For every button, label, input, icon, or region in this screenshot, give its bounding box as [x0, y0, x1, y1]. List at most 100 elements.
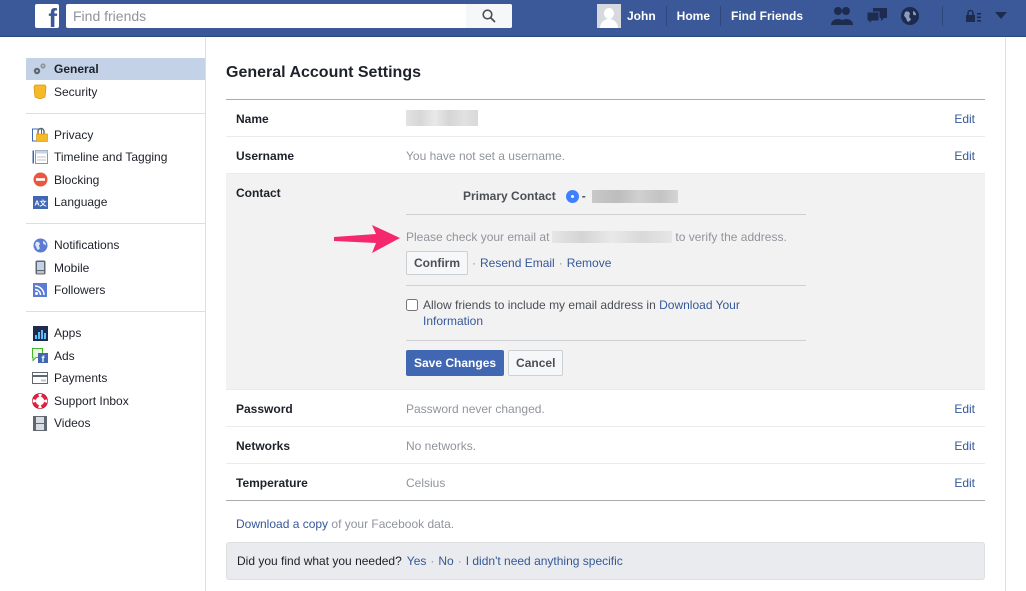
sidebar-item-privacy[interactable]: Privacy	[26, 124, 205, 146]
download-copy-link[interactable]: Download a copy	[236, 517, 328, 531]
allow-friends-email-checkbox[interactable]	[406, 299, 418, 311]
remove-email-link[interactable]: Remove	[567, 256, 612, 270]
row-label: Password	[236, 402, 293, 416]
primary-contact-label: Primary Contact	[463, 189, 556, 203]
find-friends-link[interactable]: Find Friends	[721, 6, 813, 26]
edit-password-link[interactable]: Edit	[954, 402, 975, 416]
contact-divider	[406, 340, 806, 341]
sidebar-item-label: Notifications	[54, 238, 120, 252]
cancel-button[interactable]: Cancel	[508, 350, 564, 376]
sidebar-item-timeline-and-tagging[interactable]: Timeline and Tagging	[26, 146, 205, 168]
separator-dot: ·	[472, 256, 476, 270]
sidebar-item-label: General	[54, 62, 99, 76]
sidebar-separator	[26, 112, 205, 114]
friend-requests-icon[interactable]	[830, 6, 854, 26]
sidebar-item-label: Privacy	[54, 127, 94, 142]
search-button[interactable]	[466, 4, 512, 28]
nav-divider	[942, 6, 943, 26]
messages-icon[interactable]	[866, 6, 888, 26]
save-changes-button[interactable]: Save Changes	[406, 350, 505, 376]
confirm-button[interactable]: Confirm	[406, 251, 468, 275]
settings-row-temperature[interactable]: Temperature Celsius Edit	[226, 464, 985, 501]
edit-networks-link[interactable]: Edit	[954, 439, 975, 453]
primary-contact: Primary Contact -	[463, 189, 678, 203]
home-link[interactable]: Home	[667, 6, 722, 26]
feedback-no-link[interactable]: No	[438, 554, 453, 568]
sidebar-separator	[26, 223, 205, 224]
sidebar-item-payments[interactable]: Payments	[26, 367, 205, 389]
sidebar-item-general[interactable]: General	[26, 58, 205, 80]
resend-email-link[interactable]: Resend Email	[480, 256, 555, 270]
row-label: Networks	[236, 439, 291, 453]
padlock-icon	[32, 127, 48, 142]
avatar[interactable]	[597, 4, 621, 28]
primary-contact-radio[interactable]	[565, 189, 579, 203]
settings-row-username[interactable]: Username You have not set a username. Ed…	[226, 137, 985, 174]
gears-icon	[33, 63, 46, 75]
shield-badge-icon	[33, 84, 47, 99]
sidebar-item-apps[interactable]: Apps	[26, 322, 205, 344]
sidebar-item-videos[interactable]: Videos	[26, 412, 205, 434]
settings-list: Name Edit Username You have not set a us…	[226, 99, 985, 501]
search-box	[66, 4, 512, 28]
sidebar-item-support-inbox[interactable]: Support Inbox	[26, 390, 205, 412]
globe-icon	[33, 238, 47, 252]
film-icon	[33, 415, 47, 431]
row-label: Temperature	[236, 476, 308, 490]
primary-email-redacted	[591, 189, 678, 203]
contact-form-buttons: Save Changes Cancel	[406, 350, 564, 376]
settings-row-password[interactable]: Password Password never changed. Edit	[226, 390, 985, 427]
sidebar-item-label: Followers	[54, 283, 106, 297]
pending-email-redacted	[552, 231, 673, 243]
edit-temperature-link[interactable]: Edit	[954, 476, 975, 490]
sidebar-item-mobile[interactable]: Mobile	[26, 257, 205, 279]
allow-friends-email-option[interactable]: Allow friends to include my email addres…	[406, 297, 766, 329]
sidebar-item-label: Ads	[54, 348, 75, 363]
sidebar-item-security[interactable]: Security	[26, 81, 205, 103]
sidebar-item-label: Timeline and Tagging	[54, 150, 168, 164]
profile-link[interactable]: John	[621, 6, 667, 26]
row-label: Name	[236, 112, 269, 126]
feedback-box: Did you find what you needed? Yes · No ·…	[226, 542, 985, 580]
sidebar-item-followers[interactable]: Followers	[26, 279, 205, 301]
edit-name-link[interactable]: Edit	[954, 112, 975, 126]
sidebar-item-label: Apps	[54, 326, 82, 340]
page-title: General Account Settings	[226, 64, 421, 81]
top-navigation-bar: f John Home Find Friends	[0, 0, 1026, 37]
settings-row-name[interactable]: Name Edit	[226, 100, 985, 137]
apps-icon	[32, 325, 48, 341]
networks-value: No networks.	[406, 439, 477, 453]
username-value: You have not set a username.	[406, 149, 565, 163]
verify-prefix: Please check your email at	[406, 230, 550, 244]
search-icon	[482, 9, 496, 23]
account-menu-arrow-icon[interactable]	[995, 12, 1007, 20]
allow-text: Allow friends to include my email addres…	[423, 298, 656, 312]
facebook-logo[interactable]: f	[35, 4, 59, 28]
sidebar-divider	[205, 38, 206, 591]
settings-row-networks[interactable]: Networks No networks. Edit	[226, 427, 985, 464]
verify-email-message: Please check your email at to verify the…	[406, 230, 787, 244]
row-label: Contact	[236, 186, 281, 200]
sidebar-item-label: Blocking	[54, 172, 100, 187]
sidebar-item-language[interactable]: A文 Language	[26, 191, 205, 213]
sidebar-item-label: Payments	[54, 371, 108, 385]
mobile-phone-icon	[35, 260, 45, 275]
sidebar-item-label: Mobile	[54, 260, 90, 275]
sidebar-item-ads[interactable]: f Ads	[26, 345, 205, 367]
sidebar-item-label: Videos	[54, 416, 91, 430]
privacy-shortcuts-icon[interactable]	[965, 9, 983, 23]
timeline-icon	[32, 150, 48, 164]
search-input[interactable]	[66, 4, 466, 28]
sidebar-item-label: Support Inbox	[54, 393, 129, 408]
sidebar-item-blocking[interactable]: Blocking	[26, 169, 205, 191]
credit-card-icon	[32, 372, 48, 384]
download-data-line: Download a copy of your Facebook data.	[226, 517, 985, 531]
svg-text:A文: A文	[34, 198, 47, 207]
contact-divider	[406, 214, 806, 215]
separator-dot: ·	[457, 554, 462, 568]
feedback-nothing-specific-link[interactable]: I didn't need anything specific	[466, 554, 623, 568]
feedback-yes-link[interactable]: Yes	[407, 554, 427, 568]
edit-username-link[interactable]: Edit	[954, 149, 975, 163]
sidebar-item-notifications[interactable]: Notifications	[26, 234, 205, 256]
notifications-globe-icon[interactable]	[900, 6, 920, 26]
